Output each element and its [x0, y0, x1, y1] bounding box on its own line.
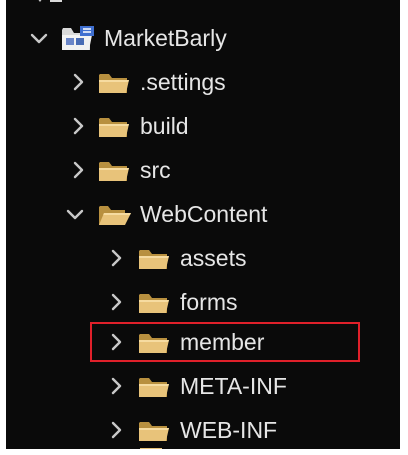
tree-item-label: .settings [140, 69, 226, 95]
chevron-right-icon[interactable] [106, 418, 128, 442]
folder-icon [136, 288, 172, 316]
chevron-down-icon[interactable] [64, 202, 86, 226]
folder-icon [96, 112, 132, 140]
chevron-right-icon[interactable] [106, 246, 128, 270]
tree-item-label: WEB-INF [180, 417, 278, 443]
folder-icon [136, 372, 172, 400]
tree-item-label: src [140, 157, 171, 183]
chevron-right-icon[interactable] [68, 114, 90, 138]
tree-item-meta-inf[interactable]: META-INF [6, 366, 400, 406]
tree-item-settings[interactable]: .settings [6, 62, 400, 102]
partial-item-above [38, 0, 62, 2]
tree-item-member[interactable]: member [6, 322, 400, 362]
java-project-icon [60, 24, 96, 52]
tree-item-label: forms [180, 289, 238, 315]
chevron-down-icon[interactable] [28, 26, 50, 50]
tree-item-label: assets [180, 245, 247, 271]
tree-item-label: member [180, 329, 265, 355]
folder-icon [96, 156, 132, 184]
chevron-right-icon[interactable] [68, 158, 90, 182]
folder-icon [136, 416, 172, 444]
tree-item-label: META-INF [180, 373, 287, 399]
partial-item-below [140, 448, 162, 449]
folder-icon [136, 328, 172, 356]
chevron-right-icon[interactable] [106, 374, 128, 398]
tree-item-label: WebContent [140, 201, 268, 227]
chevron-right-icon[interactable] [68, 70, 90, 94]
tree-item-assets[interactable]: assets [6, 238, 400, 278]
tree-item-web-inf[interactable]: WEB-INF [6, 410, 400, 449]
tree-item-label: MarketBarly [104, 25, 227, 51]
tree-item-label: build [140, 113, 189, 139]
chevron-right-icon[interactable] [106, 290, 128, 314]
tree-item-build[interactable]: build [6, 106, 400, 146]
tree-item-forms[interactable]: forms [6, 282, 400, 322]
tree-item-webcontent[interactable]: WebContent [6, 194, 400, 234]
tree-item-src[interactable]: src [6, 150, 400, 190]
tree-item-project[interactable]: MarketBarly [6, 18, 400, 58]
chevron-right-icon[interactable] [106, 330, 128, 354]
folder-icon [96, 68, 132, 96]
folder-icon [136, 244, 172, 272]
folder-open-icon [96, 200, 132, 228]
project-explorer-tree: MarketBarly .settings build src WebConte… [6, 0, 400, 449]
